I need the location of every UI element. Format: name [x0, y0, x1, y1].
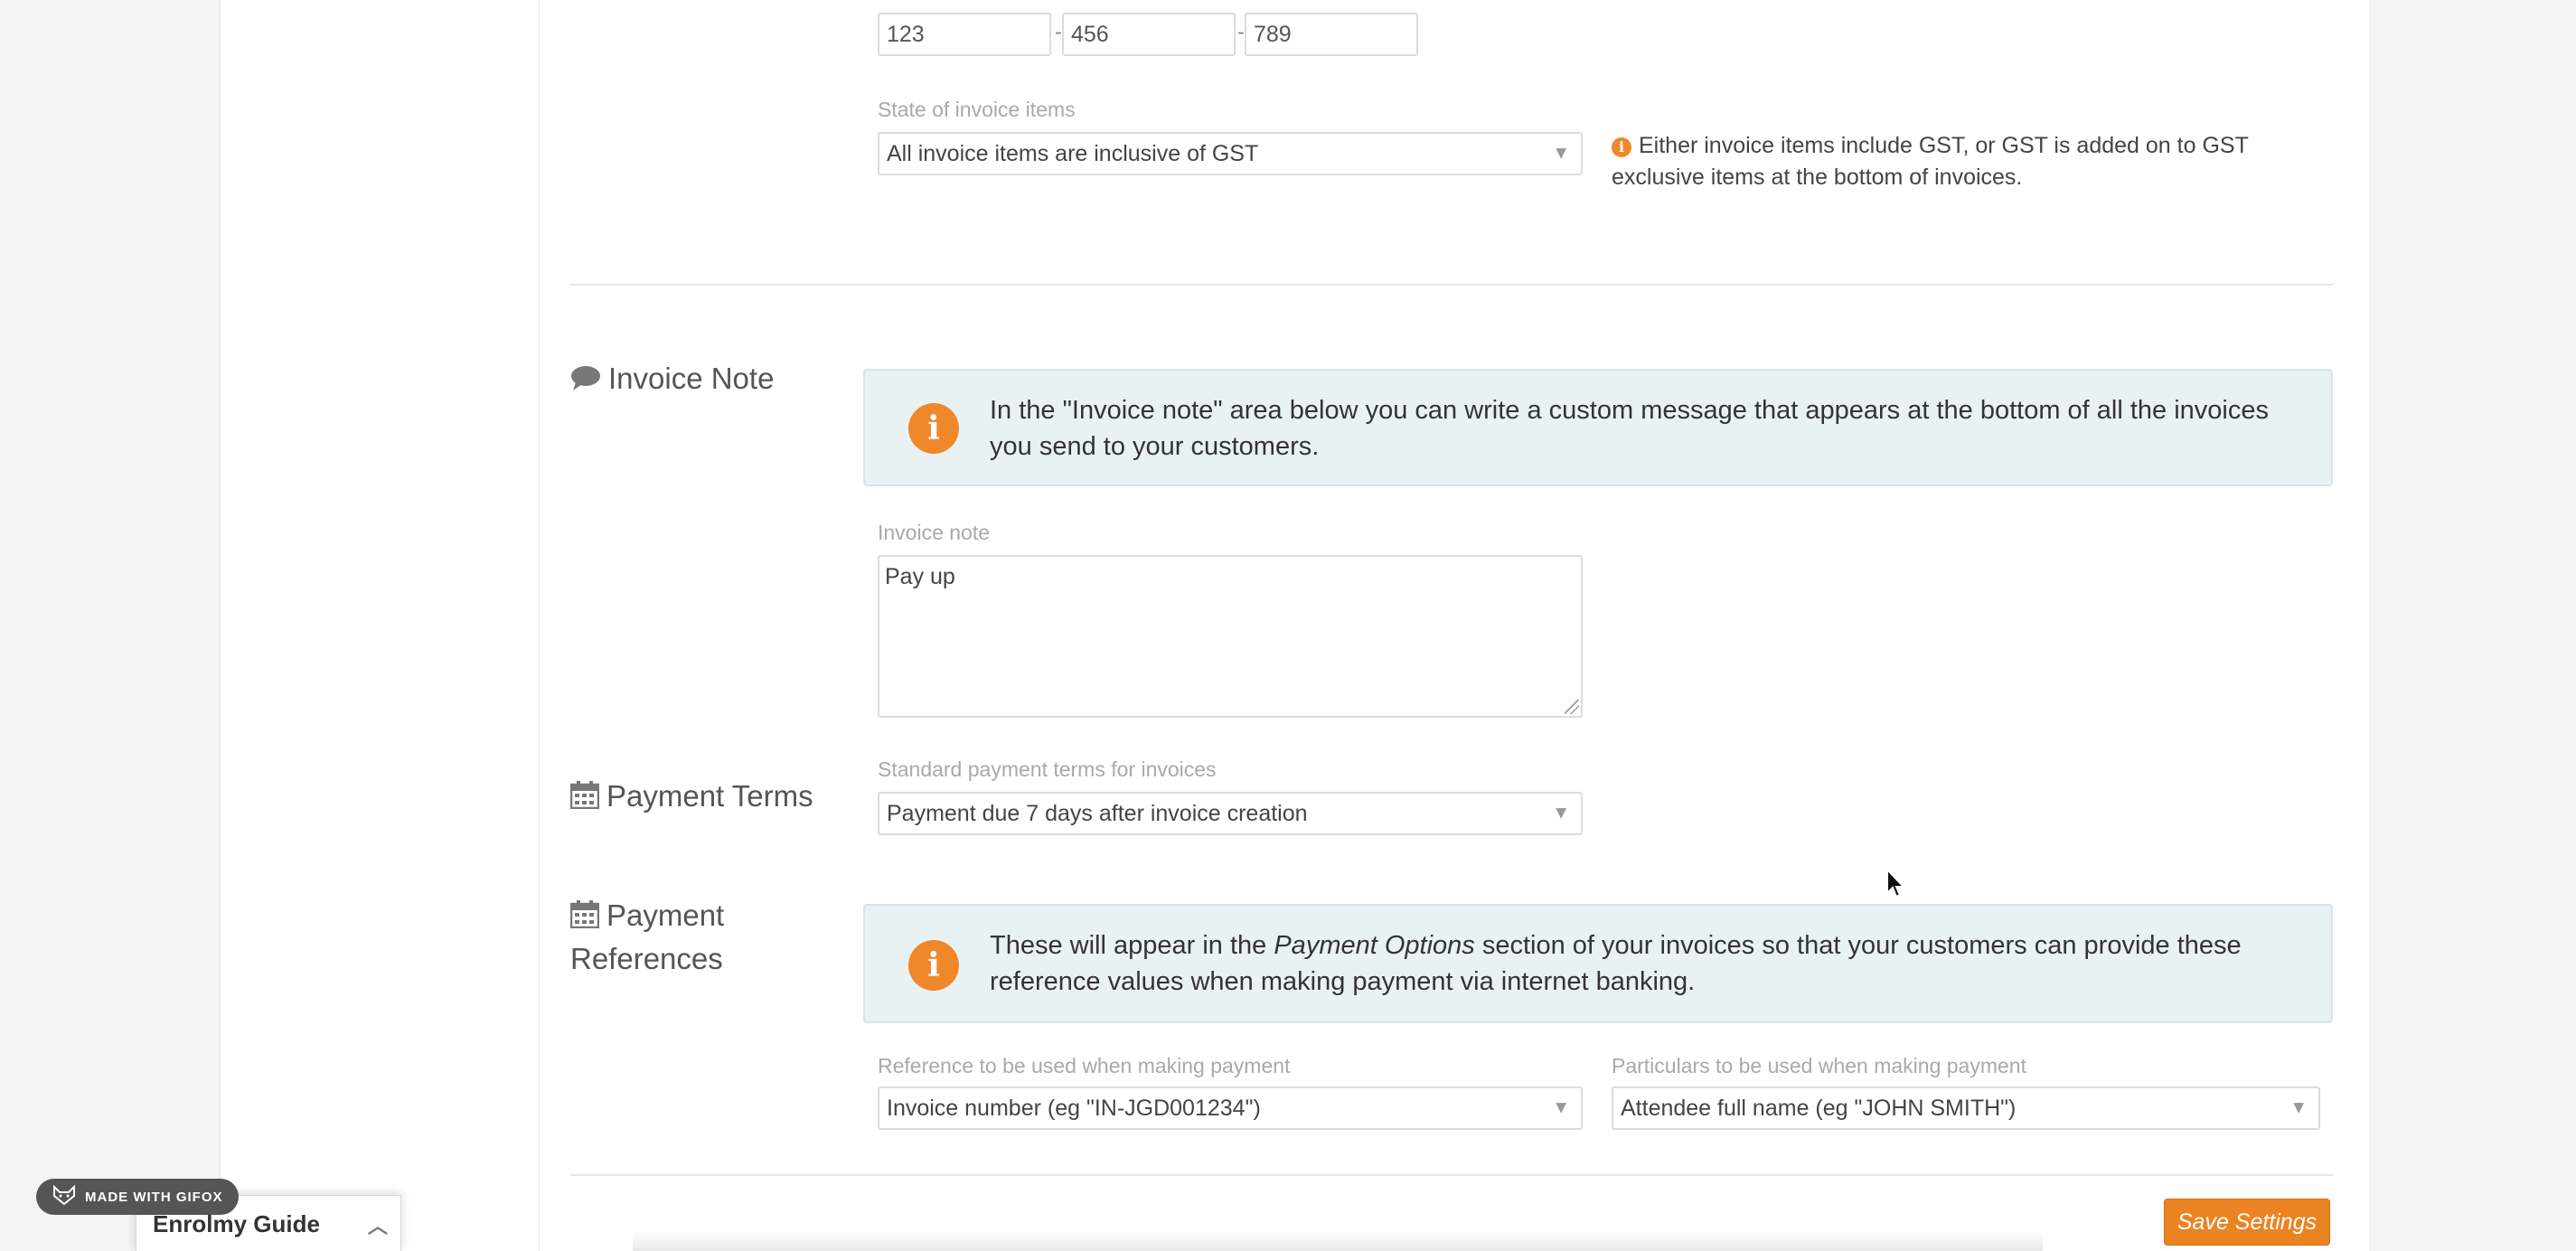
- phone-separator: -: [1055, 20, 1062, 44]
- comment-icon: [570, 361, 601, 401]
- payment-references-section-title: Payment References: [569, 895, 725, 979]
- chevron-down-icon: ▼: [1552, 1097, 1570, 1118]
- section-divider: [570, 284, 2333, 286]
- reference-label: Reference to be used when making payment: [878, 1054, 1291, 1077]
- chevron-down-icon: ▼: [1552, 143, 1570, 164]
- invoice-note-label: Invoice note: [878, 521, 991, 544]
- invoice-note-section-title: Invoice Note: [570, 358, 774, 401]
- mouse-cursor-icon: [1886, 868, 1906, 898]
- particulars-label: Particulars to be used when making payme…: [1612, 1054, 2026, 1077]
- gst-hint-text: Either invoice items include GST, or GST…: [1612, 133, 2249, 190]
- phone-part-2-value: 456: [1071, 21, 1109, 47]
- gifox-logo-icon: [52, 1184, 76, 1209]
- gifox-badge-text: MADE WITH GIFOX: [85, 1189, 223, 1205]
- particulars-value: Attendee full name (eg "JOHN SMITH"): [1621, 1095, 2017, 1121]
- payment-terms-value: Payment due 7 days after invoice creatio…: [887, 800, 1308, 826]
- gst-state-select[interactable]: All invoice items are inclusive of GST ▼: [878, 132, 1583, 175]
- reference-value: Invoice number (eg "IN-JGD001234"): [887, 1095, 1261, 1121]
- payment-options-emphasis: Payment Options: [1274, 931, 1475, 960]
- gifox-badge: MADE WITH GIFOX: [36, 1179, 239, 1215]
- invoice-note-value: Pay up: [885, 564, 955, 589]
- payment-references-title-line1: Payment: [606, 898, 725, 932]
- payment-terms-title-text: Payment Terms: [606, 779, 813, 813]
- invoice-note-textarea[interactable]: Pay up: [878, 555, 1583, 718]
- info-icon: i: [1612, 137, 1631, 157]
- payment-terms-select[interactable]: Payment due 7 days after invoice creatio…: [878, 792, 1583, 835]
- payment-references-info-box: i These will appear in the Payment Optio…: [863, 904, 2333, 1023]
- chevron-down-icon: ▼: [2289, 1097, 2308, 1118]
- resize-grip-icon[interactable]: [1565, 700, 1579, 714]
- invoice-note-title-text: Invoice Note: [608, 362, 775, 395]
- phone-separator: -: [1237, 20, 1245, 44]
- calendar-icon: [569, 778, 600, 819]
- invoice-note-info-text: In the "Invoice note" area below you can…: [990, 396, 2269, 461]
- phone-part-1-input[interactable]: 123: [878, 13, 1051, 56]
- particulars-select[interactable]: Attendee full name (eg "JOHN SMITH") ▼: [1612, 1086, 2320, 1130]
- payment-references-title-line2: References: [570, 941, 723, 975]
- payment-references-info-text: These will appear in the Payment Options…: [990, 927, 2304, 1000]
- info-icon: i: [908, 940, 959, 991]
- gst-hint: i Either invoice items include GST, or GS…: [1612, 130, 2326, 193]
- chevron-down-icon: ▼: [1552, 803, 1570, 823]
- section-divider: [570, 1174, 2333, 1176]
- settings-content: 123 - 456 - 789 State of invoice items A…: [539, 0, 2369, 1251]
- phone-part-1-value: 123: [887, 21, 925, 47]
- phone-part-2-input[interactable]: 456: [1062, 13, 1236, 56]
- payment-terms-section-title: Payment Terms: [569, 776, 813, 819]
- calendar-icon: [569, 898, 600, 938]
- footer-shadow: [633, 1231, 2043, 1251]
- phone-part-3-value: 789: [1254, 21, 1292, 47]
- chevron-up-icon[interactable]: ︿: [368, 1210, 388, 1239]
- phone-part-3-input[interactable]: 789: [1245, 13, 1418, 56]
- info-icon: i: [908, 403, 959, 454]
- invoice-note-info-box: i In the "Invoice note" area below you c…: [863, 369, 2333, 486]
- gst-state-label: State of invoice items: [878, 98, 1076, 121]
- info-text-part: These will appear in the: [990, 931, 1274, 960]
- payment-terms-label: Standard payment terms for invoices: [878, 757, 1217, 781]
- reference-select[interactable]: Invoice number (eg "IN-JGD001234") ▼: [878, 1086, 1583, 1130]
- gst-state-value: All invoice items are inclusive of GST: [887, 140, 1259, 166]
- save-settings-button[interactable]: Save Settings: [2164, 1199, 2330, 1246]
